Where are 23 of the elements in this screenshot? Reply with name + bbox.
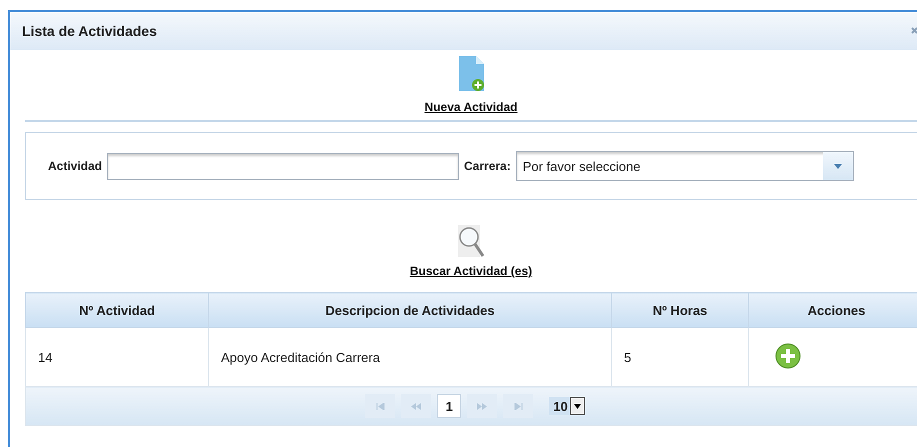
search-icon[interactable]: [457, 224, 485, 260]
previous-page-icon: [411, 402, 422, 410]
first-page-icon: [376, 402, 385, 410]
next-page-icon: [477, 402, 488, 410]
column-header[interactable]: Nº Horas: [612, 292, 748, 328]
column-header[interactable]: Descripcion de Actividades: [208, 292, 612, 328]
career-dropdown[interactable]: Por favor seleccione: [516, 151, 854, 181]
activity-label: Actividad: [48, 159, 102, 173]
rows-per-page-dropdown[interactable]: 10: [549, 397, 585, 415]
activity-field[interactable]: [107, 152, 460, 180]
column-header[interactable]: Nº Actividad: [26, 292, 208, 328]
new-document-icon[interactable]: [456, 54, 486, 94]
column-header[interactable]: Acciones: [748, 292, 917, 328]
caret-icon: [574, 404, 581, 408]
career-label: Carrera:: [464, 159, 511, 173]
dialog-title: Lista de Actividades: [22, 23, 157, 39]
last-page-icon: [514, 402, 523, 410]
caret-icon: [834, 164, 842, 168]
add-icon[interactable]: [775, 342, 801, 368]
search-activity-link[interactable]: Buscar Actividad (es): [410, 264, 532, 278]
new-activity-link[interactable]: Nueva Actividad: [424, 100, 518, 114]
page-number[interactable]: 1: [437, 394, 462, 418]
close-icon[interactable]: [911, 26, 917, 36]
